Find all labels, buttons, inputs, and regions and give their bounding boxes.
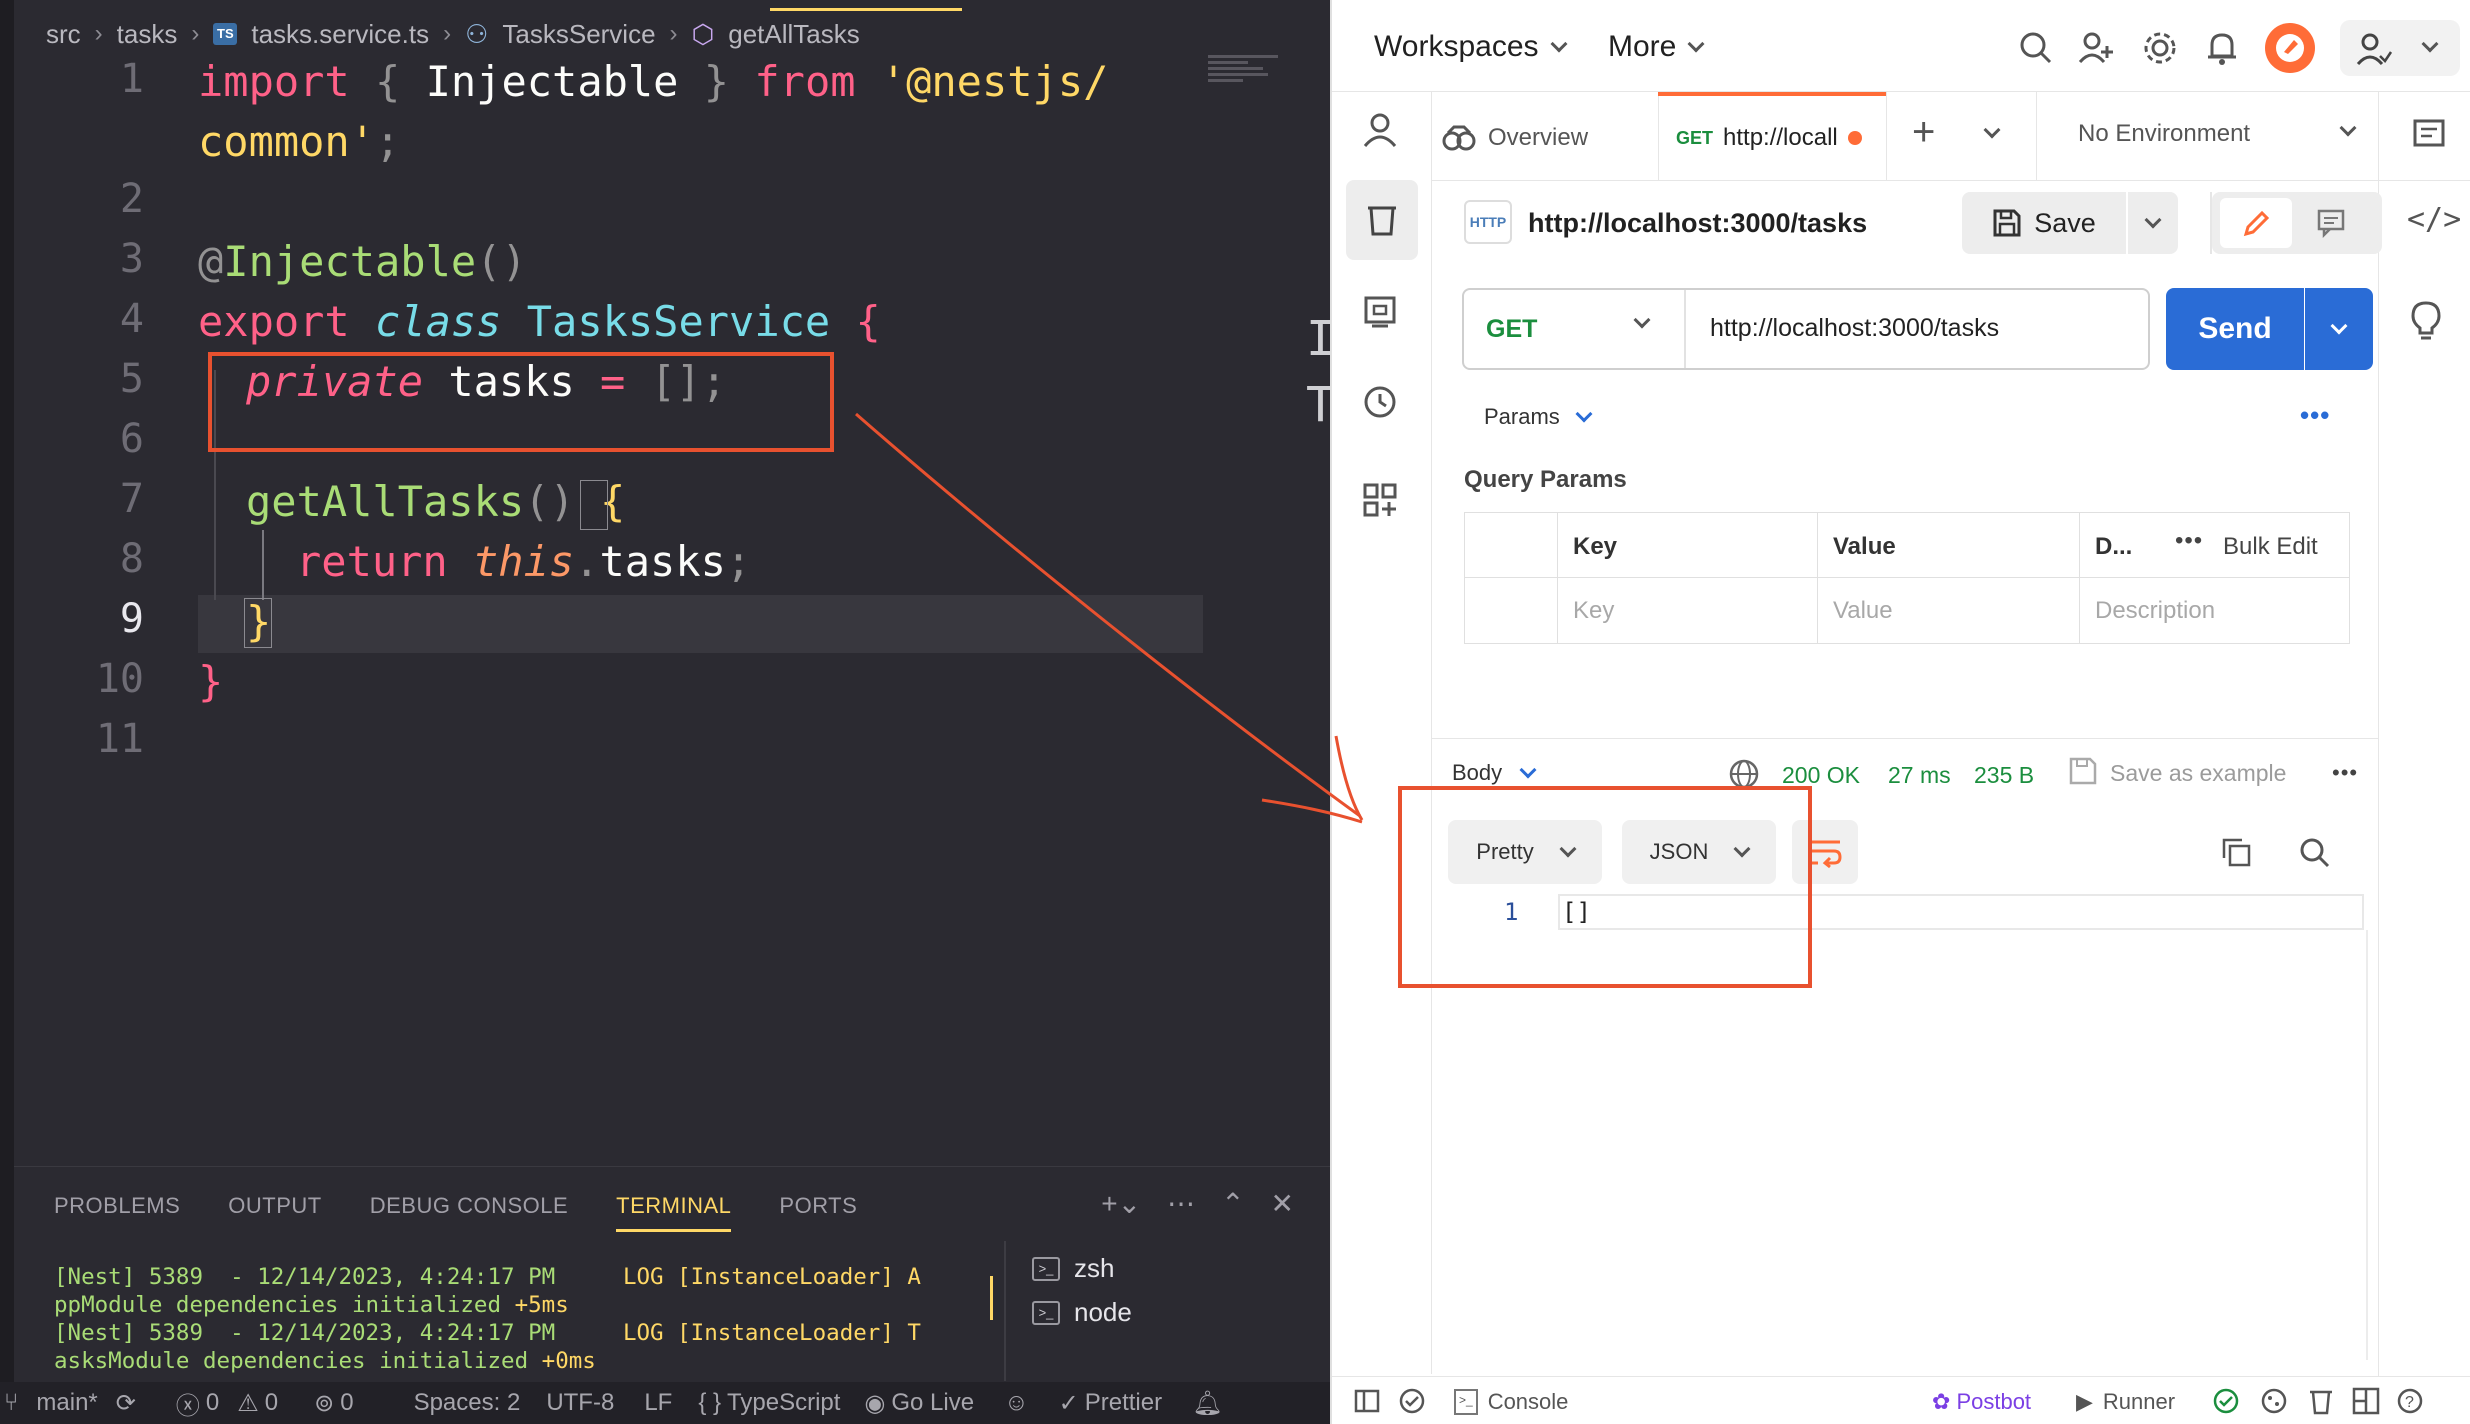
annotation-arrow — [855, 412, 1364, 824]
